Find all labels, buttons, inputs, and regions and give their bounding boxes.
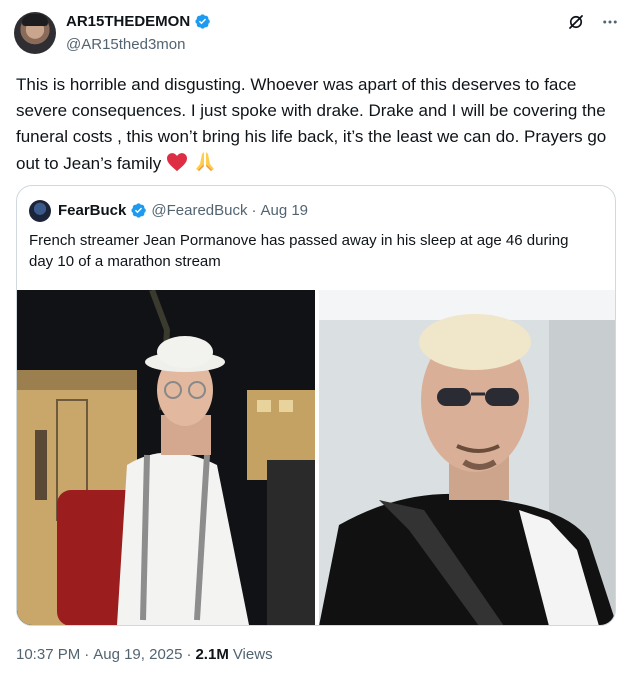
author-name-row[interactable]: AR15THEDEMON — [66, 13, 211, 30]
photo-man-in-white-cap — [17, 290, 315, 625]
footer-separator-1: · — [84, 646, 90, 663]
views-count[interactable]: 2.1M — [195, 646, 228, 663]
quote-image-right[interactable] — [319, 290, 615, 625]
folded-hands-icon — [195, 152, 214, 171]
more-options-icon[interactable] — [600, 12, 620, 32]
tweet-time[interactable]: 10:37 PM — [16, 646, 80, 663]
quote-date[interactable]: Aug 19 — [260, 202, 308, 219]
grok-icon[interactable] — [566, 12, 586, 32]
tweet-date[interactable]: Aug 19, 2025 — [93, 646, 182, 663]
photo-man-with-sunglasses — [319, 290, 615, 625]
quote-header: FearBuck @FearedBuck · Aug 19 — [58, 202, 308, 219]
tweet-top-actions — [566, 12, 620, 32]
verified-badge-icon — [195, 14, 210, 29]
quote-author-avatar[interactable] — [29, 200, 51, 222]
quoted-tweet-card[interactable]: FearBuck @FearedBuck · Aug 19 French str… — [16, 185, 616, 626]
tweet-body: This is horrible and disgusting. Whoever… — [16, 72, 616, 177]
grok-glyph-icon — [569, 15, 583, 29]
tweet-text: This is horrible and disgusting. Whoever… — [16, 75, 607, 173]
quote-separator: · — [251, 202, 257, 219]
quote-image-left[interactable] — [17, 290, 315, 625]
author-handle[interactable]: @AR15thed3mon — [66, 36, 185, 53]
quote-text: French streamer Jean Pormanove has passe… — [29, 232, 569, 270]
red-heart-icon — [166, 153, 187, 172]
quote-verified-badge-icon — [131, 203, 147, 218]
author-avatar[interactable] — [14, 12, 56, 54]
quote-handle[interactable]: @FearedBuck — [151, 202, 247, 219]
author-display-name[interactable]: AR15THEDEMON — [66, 13, 190, 30]
footer-separator-2: · — [186, 646, 192, 663]
quote-display-name[interactable]: FearBuck — [58, 202, 126, 219]
views-label[interactable]: Views — [233, 646, 273, 663]
tweet-footer: 10:37 PM · Aug 19, 2025 · 2.1M Views — [16, 646, 273, 663]
ellipsis-icon — [603, 20, 617, 24]
